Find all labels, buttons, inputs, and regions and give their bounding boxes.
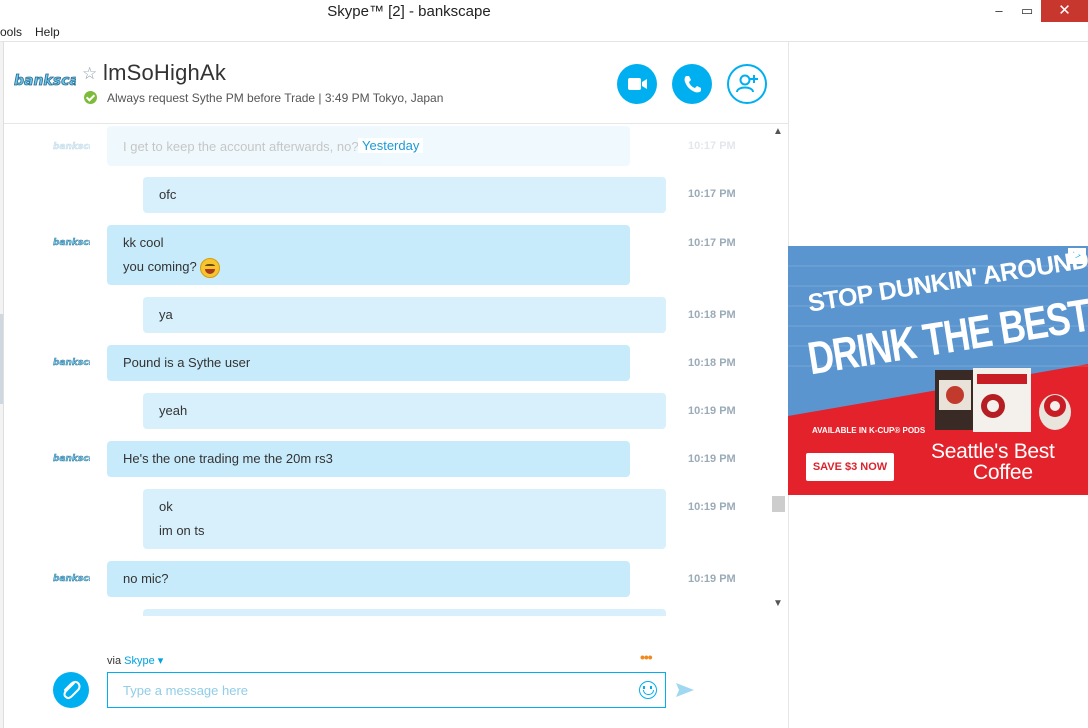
video-camera-icon [628, 78, 647, 90]
add-person-icon [736, 74, 758, 93]
maximize-button[interactable]: ▭ [1012, 0, 1042, 22]
message-text: im on ts [159, 523, 205, 538]
message-text: Pound is a Sythe user [123, 355, 251, 370]
audio-call-button[interactable] [672, 64, 712, 104]
message-bubble-mine[interactable]: ya [143, 297, 666, 333]
scroll-up-arrow-icon[interactable]: ▲ [773, 126, 783, 137]
message-time: 10:19 PM [688, 501, 736, 513]
send-icon[interactable] [675, 681, 695, 699]
message-bubble-mine[interactable]: ok im on ts [143, 489, 666, 549]
menu-tools[interactable]: ools [0, 25, 22, 39]
message-bubble-mine[interactable]: yeah [143, 393, 666, 429]
add-people-button[interactable] [727, 64, 767, 104]
message-text: ok [159, 499, 173, 514]
message-time: 10:17 PM [688, 237, 736, 249]
message-avatar: bankscape [53, 358, 90, 368]
ad-fine-print: AVAILABLE IN K-CUP® PODS [812, 426, 926, 435]
message-avatar: bankscape [53, 142, 90, 152]
window-title: Skype™ [2] - bankscape [327, 3, 491, 20]
message-avatar: bankscape [53, 238, 90, 248]
message-time: 10:19 PM [688, 573, 736, 585]
svg-text:bankscape: bankscape [14, 73, 76, 89]
message-bubble-mine-partial[interactable] [143, 609, 666, 616]
conversation-scrollbar[interactable]: ▲ ▼ [770, 124, 787, 616]
contact-avatar[interactable]: bankscape [12, 66, 76, 92]
svg-text:bankscape: bankscape [53, 574, 90, 584]
date-separator: Yesterday [358, 138, 424, 153]
sidebar-edge-accent [0, 314, 3, 404]
ad-cta-button[interactable]: SAVE $3 NOW [806, 453, 894, 481]
message-bubble[interactable]: He's the one trading me the 20m rs3 [107, 441, 630, 477]
message-text: no mic? [123, 571, 169, 586]
message-input[interactable] [107, 672, 666, 708]
more-options-icon[interactable]: ••• [640, 649, 653, 665]
message-time: 10:18 PM [688, 309, 736, 321]
menu-help[interactable]: Help [35, 25, 60, 39]
menu-bar: ools Help [0, 22, 1088, 42]
svg-text:bankscape: bankscape [53, 454, 90, 464]
message-avatar: bankscape [53, 454, 90, 464]
message-text: ya [159, 307, 173, 322]
contact-name[interactable]: lmSoHighAk [103, 60, 226, 86]
scroll-down-arrow-icon[interactable]: ▼ [773, 598, 783, 609]
via-label: via [107, 655, 122, 667]
message-bubble[interactable]: Pound is a Sythe user [107, 345, 630, 381]
advertisement-banner[interactable]: ▷ STOP DUNKIN' AROUND DRINK THE BEST AVA… [788, 246, 1088, 495]
video-call-button[interactable] [617, 64, 657, 104]
message-text: you coming? [123, 259, 197, 274]
scroll-thumb[interactable] [772, 496, 785, 512]
chevron-down-icon[interactable]: ▾ [158, 655, 164, 667]
message-time: 10:19 PM [688, 405, 736, 417]
message-bubble-mine[interactable]: ofc [143, 177, 666, 213]
conversation-history: bankscape I get to keep the account afte… [4, 124, 770, 616]
message-time: 10:18 PM [688, 357, 736, 369]
coffee-product-image [935, 368, 1071, 432]
emoticon-icon[interactable] [639, 681, 657, 699]
phone-icon [684, 76, 701, 93]
message-text: kk cool [123, 235, 164, 250]
attach-file-button[interactable] [53, 672, 89, 708]
service-name[interactable]: Skype [124, 655, 155, 667]
favorite-star-icon[interactable]: ☆ [82, 64, 97, 84]
message-text: ofc [159, 187, 177, 202]
contact-mood-message: Always request Sythe PM before Trade | 3… [107, 91, 444, 105]
message-time: 10:17 PM [688, 188, 736, 200]
title-bar: Skype™ [2] - bankscape – ▭ ✕ [0, 0, 1088, 22]
svg-text:bankscape: bankscape [53, 142, 90, 152]
message-time: 10:19 PM [688, 453, 736, 465]
online-status-icon [84, 91, 97, 104]
close-button[interactable]: ✕ [1041, 0, 1088, 22]
message-bubble[interactable]: no mic? [107, 561, 630, 597]
message-text: yeah [159, 403, 188, 418]
via-service-selector[interactable]: via Skype ▾ [107, 654, 163, 667]
svg-text:bankscape: bankscape [53, 238, 90, 248]
paperclip-icon [63, 680, 81, 700]
skype-window: Skype™ [2] - bankscape – ▭ ✕ ools Help b… [0, 0, 1088, 728]
svg-text:bankscape: bankscape [53, 358, 90, 368]
message-time: 10:17 PM [688, 140, 736, 152]
conversation-header: bankscape ☆ lmSoHighAk Always request Sy… [4, 42, 788, 124]
message-bubble[interactable]: kk cool you coming? [107, 225, 630, 285]
message-text: He's the one trading me the 20m rs3 [123, 451, 333, 466]
ad-brand-line2: Coffee [973, 461, 1033, 484]
smile-tongue-emoji-icon [199, 257, 220, 278]
message-avatar: bankscape [53, 574, 90, 584]
minimize-button[interactable]: – [984, 0, 1014, 22]
